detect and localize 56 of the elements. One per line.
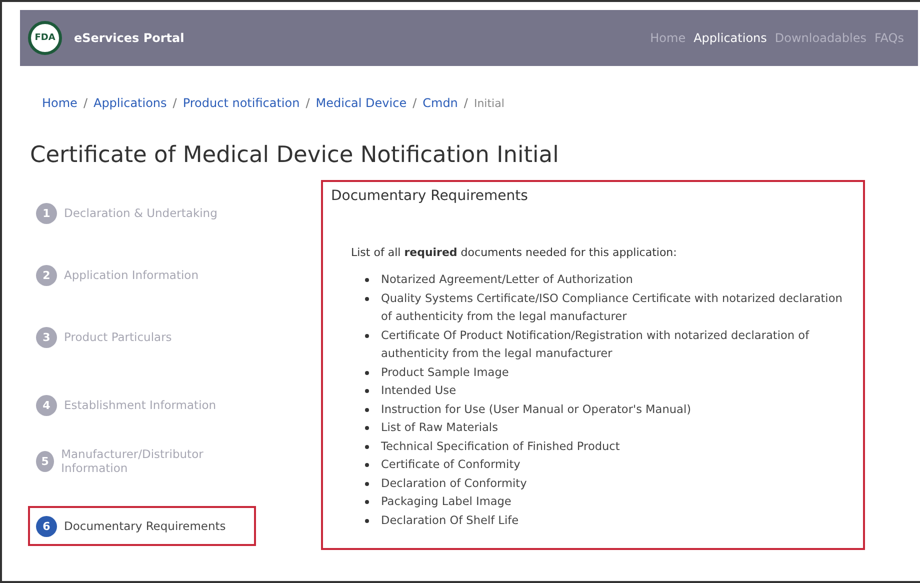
nav-link[interactable]: Home bbox=[650, 31, 686, 45]
step-number: 1 bbox=[36, 202, 57, 224]
document-item: Product Sample Image bbox=[381, 364, 509, 380]
breadcrumb-separator: / bbox=[306, 96, 310, 110]
nav-link[interactable]: Downloadables bbox=[774, 31, 866, 45]
bullet-icon bbox=[365, 370, 369, 374]
portal-title: eServices Portal bbox=[74, 31, 184, 45]
logo-icon: FDA bbox=[28, 21, 62, 55]
bullet-icon bbox=[365, 482, 369, 486]
bullet-icon bbox=[365, 426, 369, 430]
step-item[interactable]: 3 Product Particulars bbox=[28, 322, 246, 352]
step-number: 3 bbox=[36, 326, 57, 348]
step-item[interactable]: 6 Documentary Requirements bbox=[28, 506, 256, 546]
breadcrumb-link[interactable]: Cmdn bbox=[422, 96, 458, 110]
breadcrumb-separator: / bbox=[412, 96, 417, 110]
document-item: Quality Systems Certificate/ISO Compliance Certificate with notarized declaration of authenticity from the legal manufacturer bbox=[381, 290, 844, 325]
bullet-icon bbox=[365, 444, 369, 448]
step-item[interactable]: 5 Manufacturer/Distributor Information bbox=[28, 446, 246, 476]
document-item: Notarized Agreement/Letter of Authorization bbox=[381, 272, 633, 288]
step-number: 6 bbox=[36, 516, 57, 536]
breadcrumb-current: Initial bbox=[474, 96, 504, 110]
breadcrumb-link[interactable]: Applications bbox=[93, 96, 167, 110]
breadcrumb-separator: / bbox=[172, 96, 177, 110]
document-item: Technical Specification of Finished Product bbox=[381, 438, 620, 454]
document-item: Declaration Of Shelf Life bbox=[381, 512, 519, 528]
intro-text: List of all required documents needed for this application: bbox=[351, 246, 678, 259]
nav-link[interactable]: Applications bbox=[694, 31, 767, 45]
step-number: 2 bbox=[36, 264, 57, 286]
breadcrumb-link[interactable]: Home bbox=[42, 96, 78, 110]
bullet-icon bbox=[365, 463, 369, 467]
step-item[interactable]: 1 Declaration & Undertaking bbox=[28, 198, 246, 228]
document-item: Certificate of Conformity bbox=[381, 457, 520, 473]
document-item: Declaration of Conformity bbox=[381, 476, 527, 492]
breadcrumb-separator: / bbox=[83, 96, 88, 110]
step-item[interactable]: 4 Establishment Information bbox=[28, 390, 246, 420]
document-item: List of Raw Materials bbox=[381, 420, 498, 436]
page-title: Certificate of Medical Device Notification Initial bbox=[30, 142, 560, 168]
breadcrumb-link[interactable]: Product notification bbox=[182, 96, 300, 110]
panel-title: Documentary Requirements bbox=[331, 188, 529, 204]
document-item: Packaging Label Image bbox=[381, 494, 512, 510]
bullet-icon bbox=[365, 408, 369, 412]
bullet-icon bbox=[365, 296, 369, 300]
document-item: Certificate Of Product Notification/Registration with notarized declaration of authenticity from the legal manufacturer bbox=[381, 328, 810, 362]
bullet-icon bbox=[365, 389, 369, 393]
breadcrumb-link[interactable]: Medical Device bbox=[316, 96, 407, 110]
breadcrumb-separator: / bbox=[464, 96, 468, 110]
bullet-icon bbox=[365, 334, 369, 338]
document-item: Intended Use bbox=[381, 383, 456, 399]
nav-link[interactable]: FAQs bbox=[874, 31, 904, 45]
bullet-icon bbox=[365, 278, 369, 282]
bullet-icon bbox=[365, 518, 369, 522]
step-number: 5 bbox=[36, 450, 54, 472]
step-item[interactable]: 2 Application Information bbox=[28, 260, 246, 290]
document-item: Instruction for Use (User Manual or Operator's Manual) bbox=[381, 402, 692, 418]
bullet-icon bbox=[365, 500, 369, 504]
step-number: 4 bbox=[36, 394, 57, 416]
